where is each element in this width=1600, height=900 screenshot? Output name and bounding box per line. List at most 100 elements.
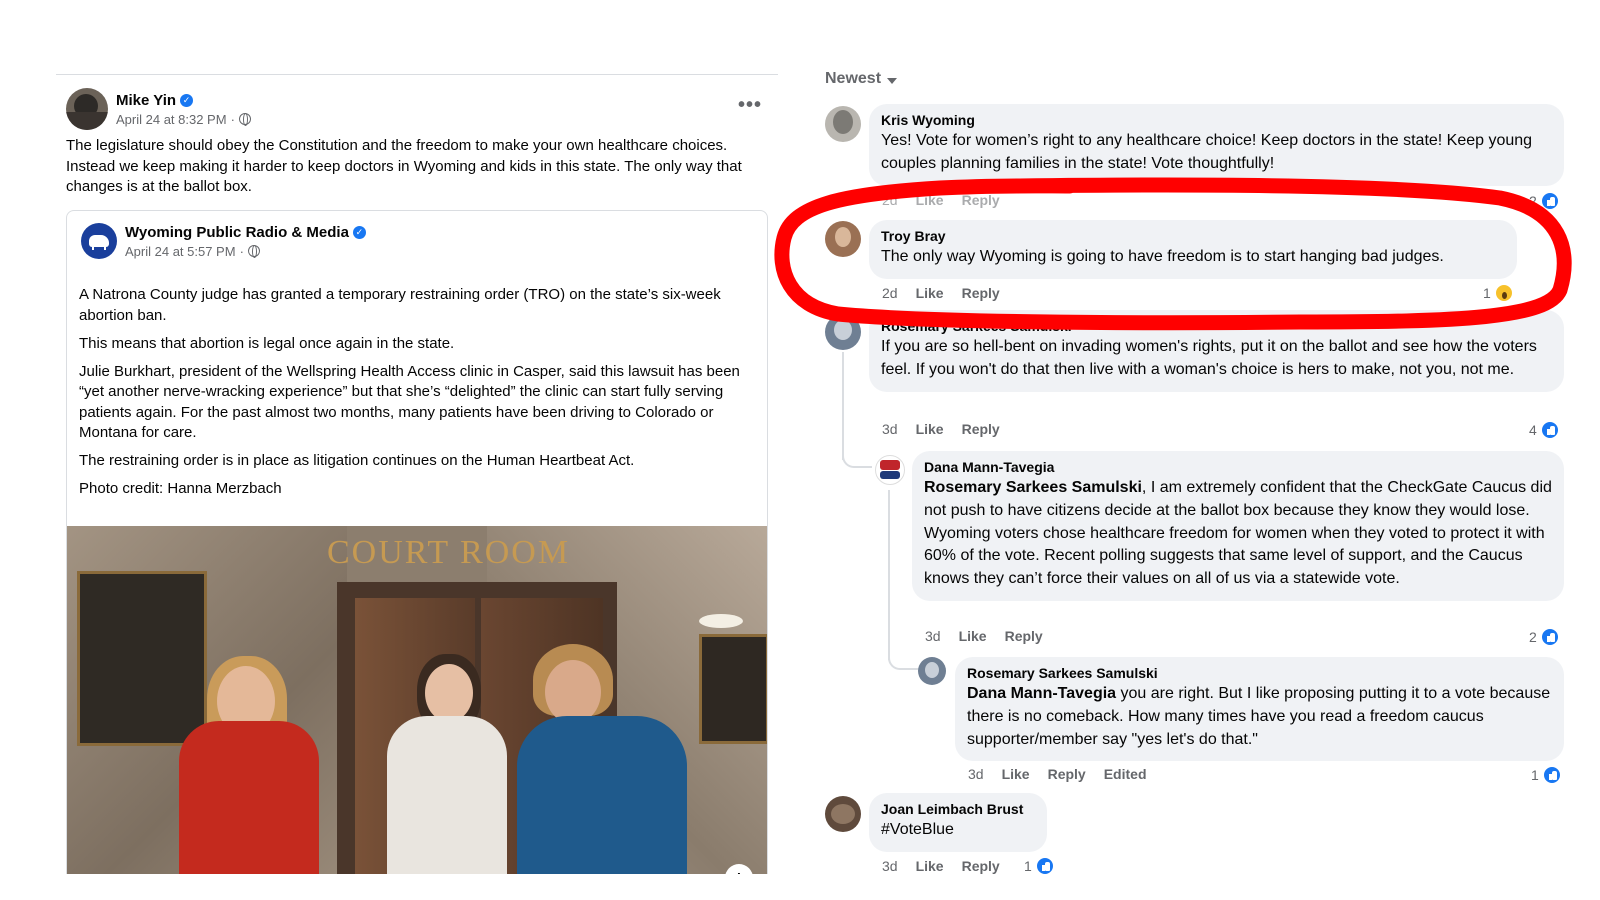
- commenter-name[interactable]: Rosemary Sarkees Samulski: [881, 318, 1552, 334]
- like-button[interactable]: Like: [916, 285, 944, 301]
- like-icon: [1539, 420, 1560, 440]
- reaction-count[interactable]: 1: [1531, 765, 1562, 785]
- comment-age[interactable]: 3d: [925, 628, 941, 644]
- comment-age[interactable]: 3d: [968, 766, 984, 782]
- commenter-avatar[interactable]: [875, 455, 905, 485]
- shared-author-name[interactable]: Wyoming Public Radio & Media: [125, 224, 349, 241]
- comment-text: Dana Mann-Tavegia you are right. But I l…: [967, 683, 1552, 751]
- reply-button[interactable]: Reply: [1048, 766, 1086, 782]
- mention-link[interactable]: Dana Mann-Tavegia: [967, 685, 1116, 702]
- like-icon: [1539, 627, 1560, 647]
- shared-post[interactable]: Wyoming Public Radio & Media ✓ April 24 …: [66, 210, 768, 874]
- commenter-name[interactable]: Joan Leimbach Brust: [881, 801, 1035, 817]
- like-button[interactable]: Like: [916, 192, 944, 208]
- commenter-avatar[interactable]: [825, 106, 861, 142]
- reply-button[interactable]: Reply: [962, 285, 1000, 301]
- post-photo[interactable]: COURT ROOM i: [67, 526, 767, 874]
- reaction-count-label: 1: [1024, 858, 1032, 874]
- reaction-count[interactable]: 1: [1024, 856, 1055, 876]
- public-globe-icon: [238, 113, 251, 126]
- shared-post-header: Wyoming Public Radio & Media ✓ April 24 …: [81, 223, 366, 259]
- comment-actions: 3d Like Reply: [882, 858, 1000, 874]
- reaction-count[interactable]: 2: [1529, 191, 1560, 211]
- reaction-count-label: 2: [1529, 193, 1537, 209]
- divider: [56, 74, 778, 75]
- public-globe-icon: [247, 245, 260, 258]
- reply-button[interactable]: Reply: [1005, 628, 1043, 644]
- comment-actions: 3d Like Reply: [925, 628, 1043, 644]
- comment-actions: 3d Like Reply Edited: [968, 766, 1147, 782]
- shared-timestamp[interactable]: April 24 at 5:57 PM: [125, 244, 236, 259]
- reaction-count[interactable]: 4: [1529, 420, 1560, 440]
- comment-text: The only way Wyoming is going to have fr…: [881, 248, 1444, 265]
- thread-line: [888, 640, 918, 670]
- author-avatar[interactable]: [66, 88, 108, 130]
- like-button[interactable]: Like: [1002, 766, 1030, 782]
- comment-age[interactable]: 2d: [882, 285, 898, 301]
- mention-link[interactable]: Rosemary Sarkees Samulski: [924, 479, 1142, 496]
- commenter-avatar[interactable]: [918, 657, 946, 685]
- post-author-name[interactable]: Mike Yin: [116, 92, 176, 109]
- post-timestamp[interactable]: April 24 at 8:32 PM: [116, 112, 227, 127]
- thread-line: [842, 440, 872, 468]
- reaction-count-label: 1: [1483, 285, 1491, 301]
- like-button[interactable]: Like: [959, 628, 987, 644]
- person-red-jacket: [179, 721, 319, 874]
- meta-separator: ·: [239, 243, 244, 259]
- comment-actions: 2d Like Reply: [882, 285, 1000, 301]
- court-room-sign: COURT ROOM: [327, 534, 571, 571]
- commenter-name[interactable]: Troy Bray: [881, 228, 1505, 244]
- reply-button[interactable]: Reply: [962, 421, 1000, 437]
- comment-bubble: Troy Bray The only way Wyoming is going …: [869, 220, 1517, 279]
- edited-label[interactable]: Edited: [1104, 766, 1147, 782]
- comment-sort-dropdown[interactable]: Newest: [825, 70, 898, 88]
- post-header: Mike Yin ✓ April 24 at 8:32 PM ·: [66, 88, 251, 130]
- reaction-count-label: 4: [1529, 422, 1537, 438]
- person-blue-shirt: [517, 716, 687, 874]
- comment-bubble: Joan Leimbach Brust #VoteBlue: [869, 793, 1047, 852]
- reply-button[interactable]: Reply: [962, 192, 1000, 208]
- reaction-count-label: 1: [1531, 767, 1539, 783]
- commenter-name[interactable]: Dana Mann-Tavegia: [924, 459, 1552, 475]
- shared-paragraph: This means that abortion is legal once a…: [79, 334, 455, 352]
- shared-paragraph: Julie Burkhart, president of the Wellspr…: [79, 362, 740, 442]
- comment-age[interactable]: 3d: [882, 421, 898, 437]
- like-icon: [1034, 856, 1055, 876]
- comment-actions: 2d Like Reply: [882, 192, 1000, 208]
- comment-actions: 3d Like Reply: [882, 421, 1000, 437]
- comment-text: Rosemary Sarkees Samulski, I am extremel…: [924, 477, 1552, 591]
- verified-badge-icon: ✓: [180, 93, 194, 107]
- comment-bubble: Rosemary Sarkees Samulski Dana Mann-Tave…: [955, 657, 1564, 762]
- verified-badge-icon: ✓: [352, 225, 366, 239]
- reaction-count[interactable]: 2: [1529, 627, 1560, 647]
- wow-icon: [1493, 283, 1514, 303]
- commenter-name[interactable]: Rosemary Sarkees Samulski: [967, 665, 1552, 681]
- comment-bubble: Rosemary Sarkees Samulski If you are so …: [869, 310, 1564, 392]
- comment-bubble: Dana Mann-Tavegia Rosemary Sarkees Samul…: [912, 451, 1564, 601]
- reaction-count-label: 2: [1529, 629, 1537, 645]
- sort-label: Newest: [825, 70, 882, 87]
- wall-plaque: [77, 571, 207, 746]
- commenter-avatar[interactable]: [825, 221, 861, 257]
- shared-paragraph: The restraining order is in place as lit…: [79, 452, 635, 469]
- shared-paragraph: A Natrona County judge has granted a tem…: [79, 286, 721, 324]
- meta-separator: ·: [230, 111, 235, 127]
- like-button[interactable]: Like: [916, 421, 944, 437]
- like-icon: [1539, 191, 1560, 211]
- like-button[interactable]: Like: [916, 858, 944, 874]
- reply-button[interactable]: Reply: [962, 858, 1000, 874]
- comment-age[interactable]: 2d: [882, 192, 898, 208]
- wall-light: [699, 614, 743, 628]
- comment-text: Yes! Vote for women’s right to any healt…: [881, 132, 1533, 172]
- more-options-icon[interactable]: •••: [738, 94, 762, 117]
- photo-credit: Photo credit: Hanna Merzbach: [79, 480, 282, 497]
- commenter-avatar[interactable]: [825, 796, 861, 832]
- caret-down-icon: [887, 77, 898, 84]
- commenter-name[interactable]: Kris Wyoming: [881, 112, 1552, 128]
- comment-age[interactable]: 3d: [882, 858, 898, 874]
- like-icon: [1541, 765, 1562, 785]
- commenter-avatar[interactable]: [825, 314, 861, 350]
- org-logo-avatar[interactable]: [81, 223, 117, 259]
- reaction-count[interactable]: 1: [1483, 283, 1514, 303]
- comment-text: If you are so hell-bent on invading wome…: [881, 338, 1537, 378]
